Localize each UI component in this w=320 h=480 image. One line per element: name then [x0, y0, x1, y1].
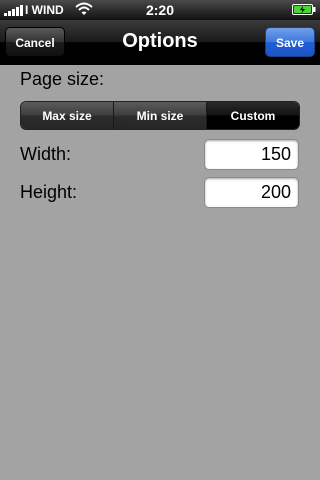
page-size-label: Page size:: [20, 69, 105, 89]
segment-custom[interactable]: Custom: [207, 102, 299, 129]
save-button[interactable]: Save: [265, 27, 315, 57]
navigation-bar: Cancel Options Save: [0, 20, 320, 65]
segment-max-size[interactable]: Max size: [21, 102, 114, 129]
status-bar: I WIND 2:20: [0, 0, 320, 20]
height-field[interactable]: [204, 177, 299, 208]
battery-icon: [292, 4, 316, 15]
height-label: Height:: [20, 182, 78, 202]
segment-min-size[interactable]: Min size: [114, 102, 207, 129]
status-time: 2:20: [145, 2, 175, 18]
width-label: Width:: [20, 144, 72, 164]
page-size-segmented-control: Max size Min size Custom: [20, 101, 300, 130]
width-field[interactable]: [204, 139, 299, 170]
